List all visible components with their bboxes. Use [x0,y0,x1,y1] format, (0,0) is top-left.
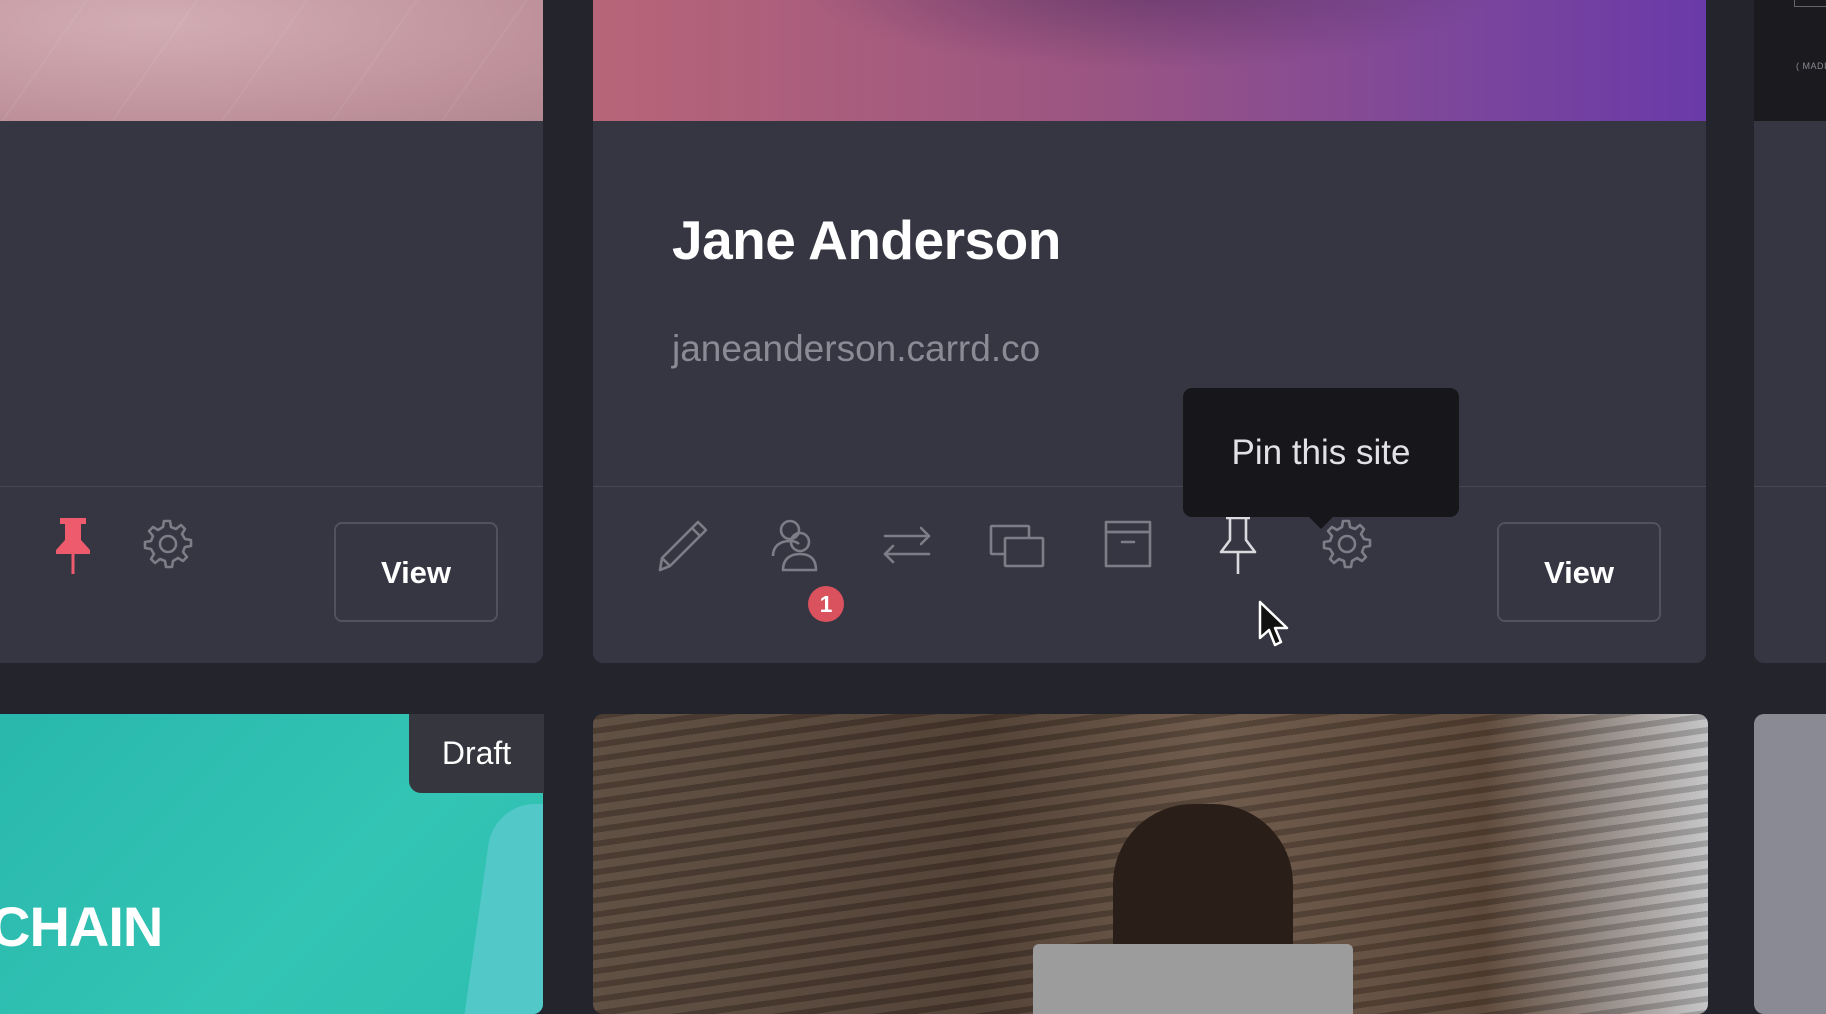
site-card-bottom-right[interactable] [1754,714,1826,1014]
pin-filled-icon[interactable] [41,512,105,576]
site-card-left: View [0,0,543,663]
gear-icon[interactable] [135,512,199,576]
site-thumbnail[interactable]: ( MADI [1754,0,1826,121]
site-thumbnail[interactable] [0,0,543,121]
thumbnail-text: CHAIN [0,895,163,958]
card-divider [1754,486,1826,487]
draft-badge: Draft [409,714,544,793]
site-card-right: ( MADI [1754,0,1826,663]
view-button[interactable]: View [334,522,498,622]
thumbnail-shape [461,804,543,1014]
camera-image [1033,944,1353,1014]
thumbnail-text: ( MADI [1796,61,1826,71]
site-card-bottom-middle[interactable] [593,714,1708,1014]
duplicate-icon[interactable] [985,512,1049,576]
site-thumbnail[interactable] [593,0,1706,121]
collaborators-badge: 1 [808,586,844,622]
site-title[interactable]: Jane Anderson [672,208,1061,272]
thumbnail-frame [1794,0,1826,7]
pin-tooltip: Pin this site [1183,388,1459,529]
card-divider [0,486,543,487]
pencil-icon[interactable] [652,512,716,576]
view-button[interactable]: View [1497,522,1661,622]
users-icon[interactable] [763,512,827,576]
site-url[interactable]: janeanderson.carrd.co [672,328,1040,370]
pin-outline-icon[interactable] [1206,512,1270,576]
archive-icon[interactable] [1096,512,1160,576]
transfer-arrows-icon[interactable] [875,512,939,576]
mouse-cursor-icon [1258,600,1292,650]
card-divider [593,486,1706,487]
site-card-jane-anderson: Jane Anderson janeanderson.carrd.co 1 Vi… [593,0,1706,663]
